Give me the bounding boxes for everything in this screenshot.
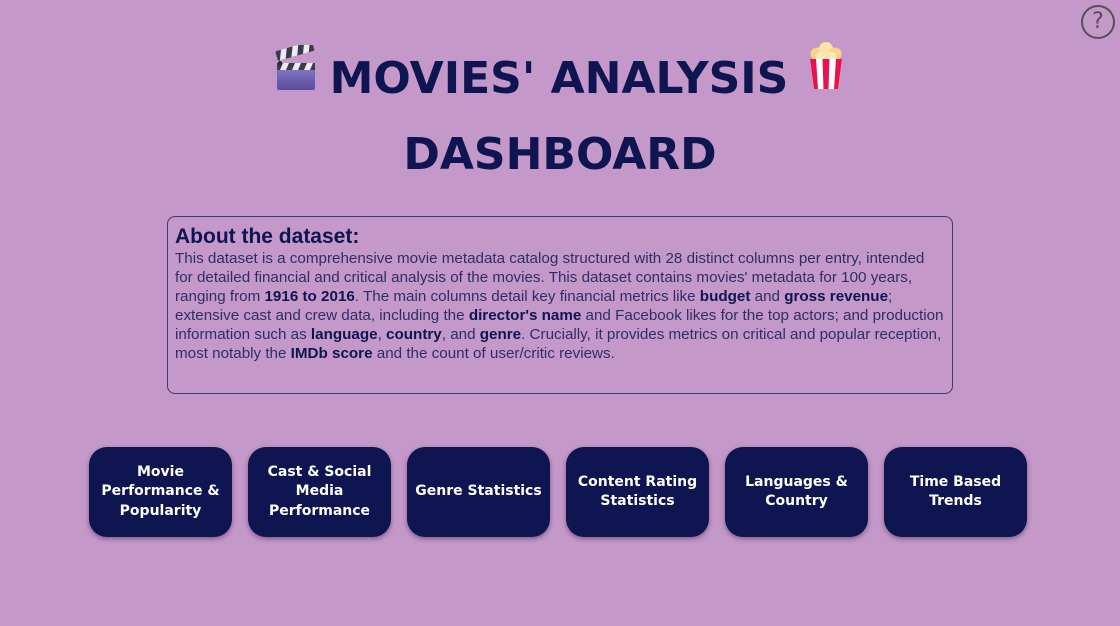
dashboard-nav: Movie Performance & Popularity Cast & So…: [89, 447, 1029, 537]
about-highlight-language: language: [310, 326, 378, 343]
about-text-segment: ,: [377, 326, 387, 343]
about-highlight-gross: gross revenue: [784, 288, 889, 305]
about-highlight-years: 1916 to 2016: [264, 288, 355, 305]
about-text-segment: and the count of user/critic reviews.: [372, 345, 615, 362]
popcorn-icon: [806, 40, 846, 114]
nav-button-languages-country[interactable]: Languages & Country: [725, 447, 868, 537]
about-highlight-country: country: [386, 326, 442, 343]
about-text-segment: , and: [441, 326, 480, 343]
about-text-segment: and: [750, 288, 785, 305]
nav-button-time-trends[interactable]: Time Based Trends: [884, 447, 1027, 537]
about-highlight-genre: genre: [479, 326, 522, 343]
about-dataset-panel: About the dataset: This dataset is a com…: [167, 216, 953, 394]
about-highlight-imdb: IMDb score: [290, 345, 373, 362]
about-description: This dataset is a comprehensive movie me…: [175, 249, 945, 363]
nav-button-genre-statistics[interactable]: Genre Statistics: [407, 447, 550, 537]
about-highlight-director: director's name: [468, 307, 582, 324]
about-text-segment: . The main columns detail key financial …: [354, 288, 700, 305]
title-line-2: DASHBOARD: [403, 129, 717, 180]
title-line-1: MOVIES' ANALYSIS: [0, 40, 1120, 118]
clapperboard-icon: [274, 40, 318, 114]
help-button[interactable]: ?: [1081, 5, 1115, 39]
nav-button-content-rating[interactable]: Content Rating Statistics: [566, 447, 709, 537]
nav-button-movie-performance[interactable]: Movie Performance & Popularity: [89, 447, 232, 537]
title-text-1: MOVIES' ANALYSIS: [329, 53, 789, 104]
nav-button-cast-social-media[interactable]: Cast & Social Media Performance: [248, 447, 391, 537]
about-highlight-budget: budget: [699, 288, 751, 305]
page-title: MOVIES' ANALYSIS DASHBOARD: [0, 40, 1120, 192]
about-heading: About the dataset:: [175, 225, 360, 248]
